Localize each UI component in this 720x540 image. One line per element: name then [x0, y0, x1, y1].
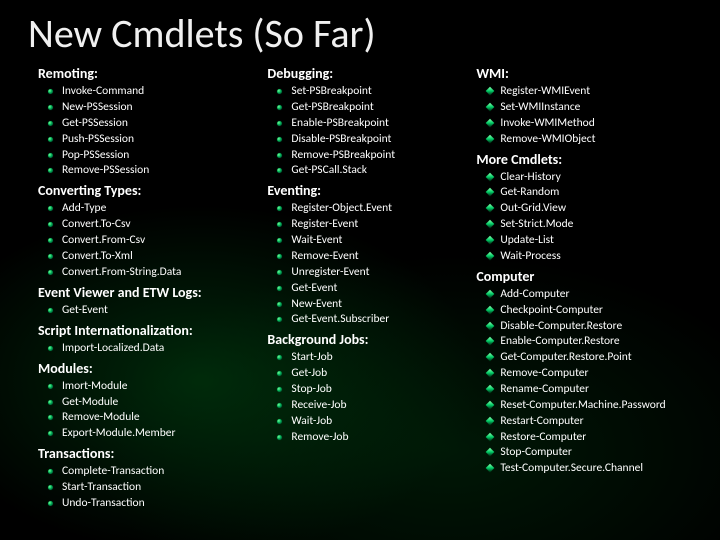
list-item: Disable-PSBreakpoint [291, 132, 452, 148]
list-item: Get-Job [291, 366, 452, 382]
list-item: Wait-Process [500, 249, 692, 265]
column-3: WMI: Register-WMIEventSet-WMIInstanceInvo… [466, 62, 692, 515]
list-item: Get-PSBreakpoint [291, 100, 452, 116]
item-list: Invoke-CommandNew-PSSessionGet-PSSession… [28, 84, 243, 179]
list-item: Enable-PSBreakpoint [291, 116, 452, 132]
list-item: Test-Computer.Secure.Channel [500, 461, 692, 477]
list-item: Get-PSCall.Stack [291, 163, 452, 179]
columns-container: Remoting:Invoke-CommandNew-PSSessionGet-… [28, 62, 692, 515]
item-list: Add-ComputerCheckpoint-ComputerDisable-C… [466, 287, 692, 477]
list-item: Get-Event [62, 303, 243, 319]
list-item: Pop-PSSession [62, 148, 243, 164]
section-heading: Event Viewer and ETW Logs: [38, 285, 243, 301]
section-heading: Remoting: [38, 66, 243, 82]
list-item: Set-Strict.Mode [500, 217, 692, 233]
list-item: Get-Random [500, 185, 692, 201]
list-item: Convert.From-Csv [62, 233, 243, 249]
list-item: Get-Event [291, 281, 452, 297]
list-item: Undo-Transaction [62, 496, 243, 512]
list-item: Register-WMIEvent [500, 84, 692, 100]
list-item: Get-Event.Subscriber [291, 312, 452, 328]
list-item: Import-Localized.Data [62, 341, 243, 357]
section-heading: Script Internationalization: [38, 323, 243, 339]
list-item: Receive-Job [291, 398, 452, 414]
item-list: Clear-HistoryGet-RandomOut-Grid.ViewSet-… [466, 170, 692, 265]
list-item: Reset-Computer.Machine.Password [500, 398, 692, 414]
list-item: Restore-Computer [500, 430, 692, 446]
list-item: Wait-Job [291, 414, 452, 430]
list-item: New-Event [291, 297, 452, 313]
list-item: Add-Computer [500, 287, 692, 303]
list-item: Get-Module [62, 395, 243, 411]
list-item: Rename-Computer [500, 382, 692, 398]
list-item: Set-WMIInstance [500, 100, 692, 116]
list-item: Remove-Job [291, 430, 452, 446]
list-item: Get-PSSession [62, 116, 243, 132]
section-heading: More Cmdlets: [476, 152, 692, 168]
list-item: Register-Object.Event [291, 201, 452, 217]
list-item: Set-PSBreakpoint [291, 84, 452, 100]
item-list: Get-Event [28, 303, 243, 319]
list-item: Disable-Computer.Restore [500, 319, 692, 335]
section-heading: Modules: [38, 361, 243, 377]
list-item: Convert.From-String.Data [62, 265, 243, 281]
item-list: Import-Localized.Data [28, 341, 243, 357]
list-item: Imort-Module [62, 379, 243, 395]
list-item: Remove-PSSession [62, 163, 243, 179]
item-list: Register-Object.EventRegister-EventWait-… [257, 201, 452, 328]
list-item: Stop-Job [291, 382, 452, 398]
list-item: Update-List [500, 233, 692, 249]
slide: New Cmdlets (So Far) Remoting: Invoke-Com… [0, 0, 720, 525]
section-heading: Converting Types: [38, 183, 243, 199]
list-item: Convert.To-Xml [62, 249, 243, 265]
item-list: Complete-TransactionStart-TransactionUnd… [28, 464, 243, 512]
list-item: New-PSSession [62, 100, 243, 116]
column-2: Debugging: Set-PSBreakpointGet-PSBreakpoi… [257, 62, 452, 515]
list-item: Remove-WMIObject [500, 132, 692, 148]
list-item: Invoke-WMIMethod [500, 116, 692, 132]
column-1: Remoting:Invoke-CommandNew-PSSessionGet-… [28, 62, 243, 515]
list-item: Clear-History [500, 170, 692, 186]
list-item: Complete-Transaction [62, 464, 243, 480]
list-item: Push-PSSession [62, 132, 243, 148]
list-item: Convert.To-Csv [62, 217, 243, 233]
list-item: Remove-PSBreakpoint [291, 148, 452, 164]
list-item: Add-Type [62, 201, 243, 217]
list-item: Unregister-Event [291, 265, 452, 281]
item-list: Start-JobGet-JobStop-JobReceive-JobWait-… [257, 350, 452, 445]
list-item: Checkpoint-Computer [500, 303, 692, 319]
list-item: Wait-Event [291, 233, 452, 249]
section-heading: Eventing: [267, 183, 452, 199]
section-heading: Computer [476, 269, 692, 285]
slide-title: New Cmdlets (So Far) [28, 12, 692, 56]
list-item: Stop-Computer [500, 445, 692, 461]
list-item: Get-Computer.Restore.Point [500, 350, 692, 366]
list-item: Start-Job [291, 350, 452, 366]
section-heading: Background Jobs: [267, 332, 452, 348]
list-item: Remove-Computer [500, 366, 692, 382]
list-item: Register-Event [291, 217, 452, 233]
list-item: Remove-Module [62, 410, 243, 426]
list-item: Out-Grid.View [500, 201, 692, 217]
item-list: Register-WMIEventSet-WMIInstanceInvoke-W… [466, 84, 692, 147]
list-item: Enable-Computer.Restore [500, 334, 692, 350]
section-heading: WMI: [476, 66, 692, 82]
list-item: Start-Transaction [62, 480, 243, 496]
list-item: Remove-Event [291, 249, 452, 265]
section-heading: Transactions: [38, 446, 243, 462]
item-list: Add-TypeConvert.To-CsvConvert.From-CsvCo… [28, 201, 243, 280]
list-item: Export-Module.Member [62, 426, 243, 442]
item-list: Set-PSBreakpointGet-PSBreakpointEnable-P… [257, 84, 452, 179]
section-heading: Debugging: [267, 66, 452, 82]
list-item: Invoke-Command [62, 84, 243, 100]
item-list: Imort-ModuleGet-ModuleRemove-ModuleExpor… [28, 379, 243, 442]
list-item: Restart-Computer [500, 414, 692, 430]
